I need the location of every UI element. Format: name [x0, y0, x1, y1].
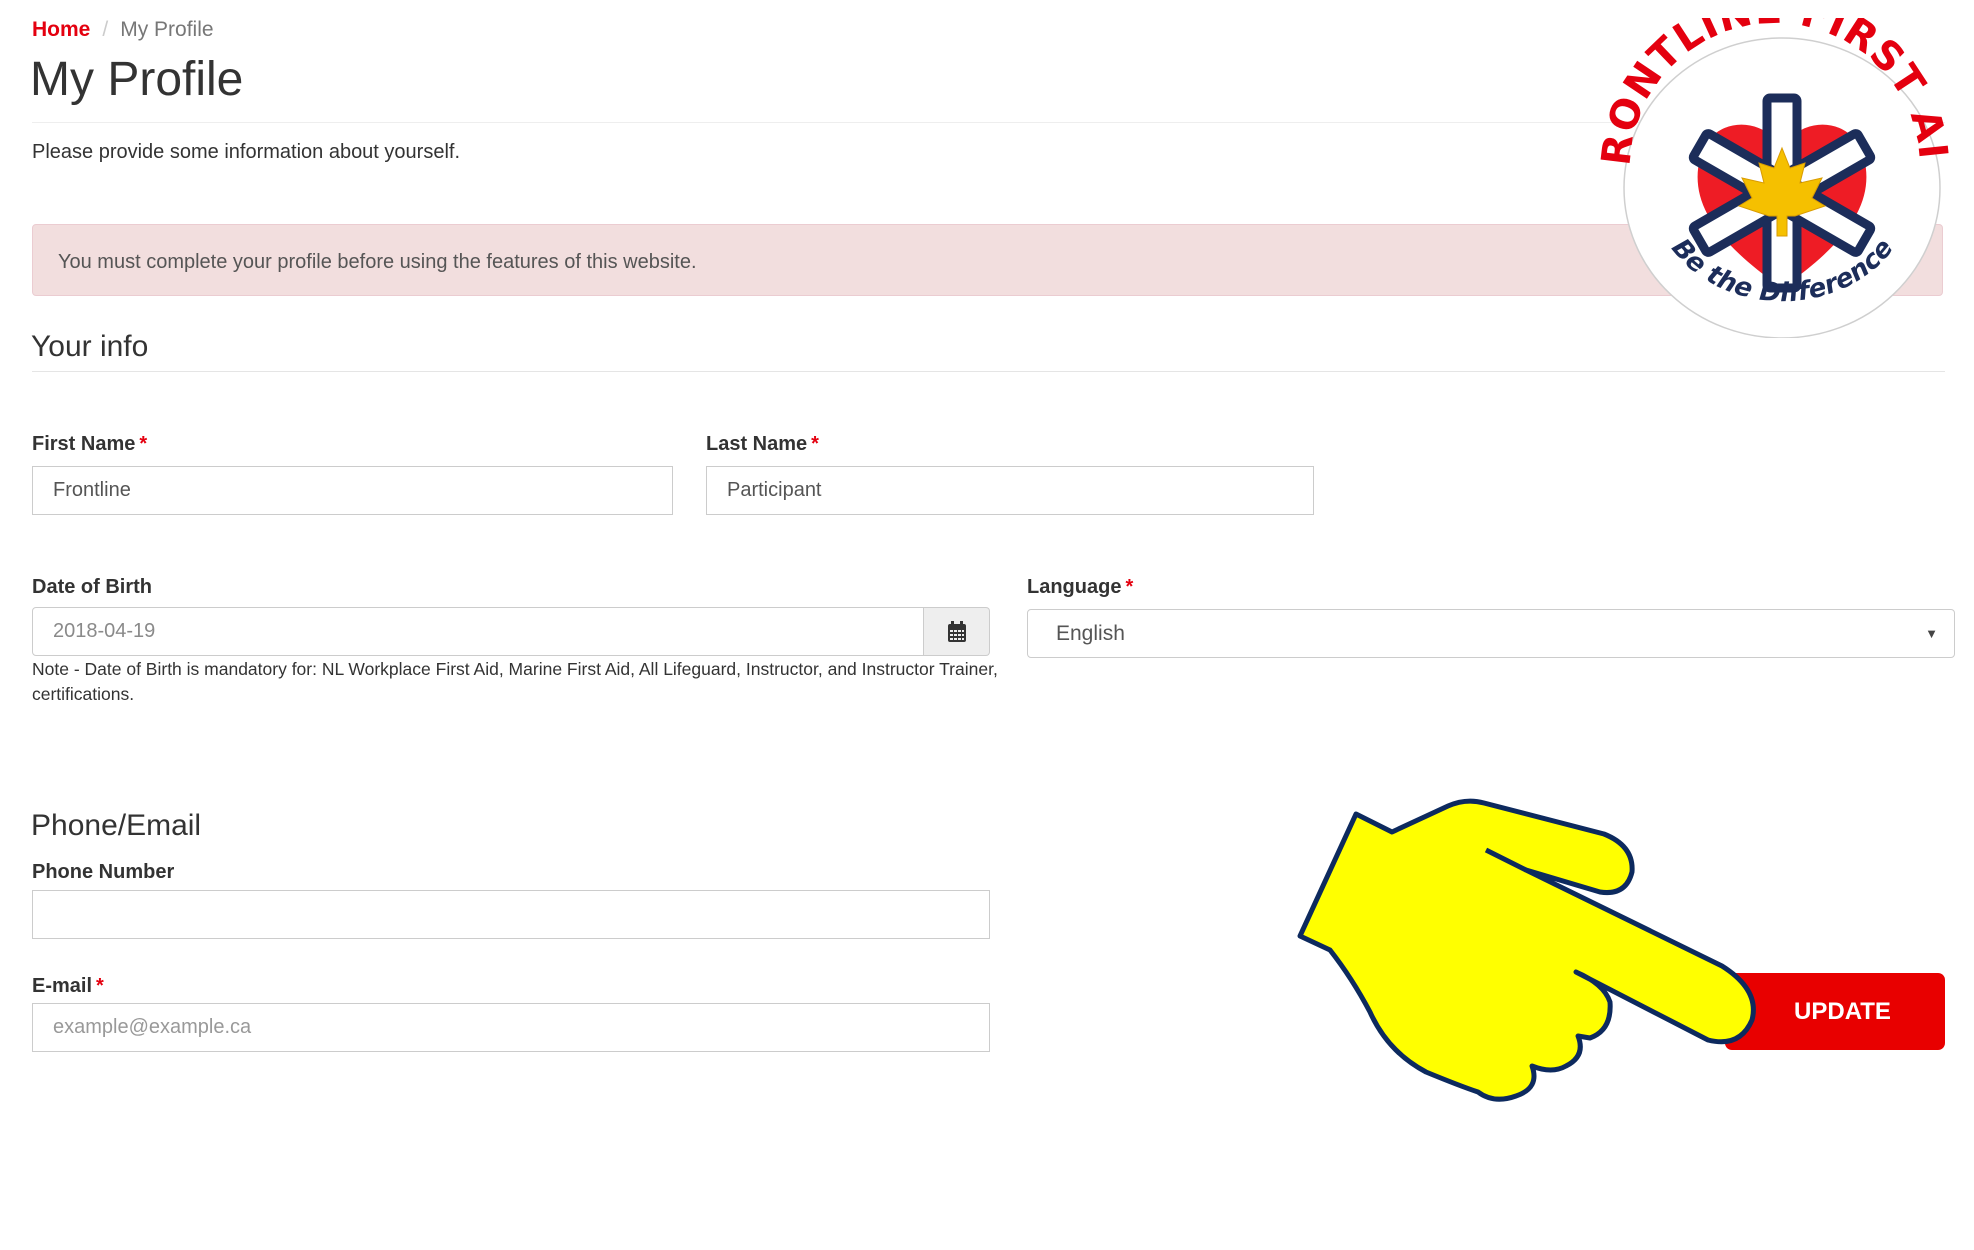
- dob-label-text: Date of Birth: [32, 576, 152, 598]
- update-button[interactable]: UPDATE: [1725, 973, 1945, 1050]
- language-label-text: Language: [1027, 576, 1122, 598]
- required-marker: *: [96, 975, 104, 997]
- alert-message: You must complete your profile before us…: [58, 251, 697, 273]
- frontline-first-aid-logo: FRONTLINE FIRST AID Be the Difference: [1590, 18, 1955, 338]
- email-label: E-mail *: [32, 975, 104, 998]
- breadcrumb-current: My Profile: [120, 18, 214, 41]
- page-title: My Profile: [30, 53, 244, 106]
- phone-email-heading: Phone/Email: [31, 809, 202, 842]
- breadcrumb-separator: /: [102, 18, 109, 41]
- last-name-label: Last Name *: [706, 433, 819, 456]
- phone-label: Phone Number: [32, 861, 174, 884]
- last-name-input[interactable]: [706, 466, 1314, 515]
- phone-label-text: Phone Number: [32, 861, 175, 883]
- datepicker-button[interactable]: [924, 607, 990, 656]
- dob-note: Note - Date of Birth is mandatory for: N…: [32, 659, 998, 704]
- email-label-text: E-mail: [32, 975, 93, 997]
- breadcrumb: Home / My Profile: [32, 18, 214, 42]
- email-input[interactable]: [32, 1003, 990, 1052]
- dob-label: Date of Birth: [32, 576, 152, 599]
- intro-text: Please provide some information about yo…: [32, 141, 461, 163]
- language-selected-value: English: [1056, 621, 1125, 645]
- required-marker: *: [1125, 576, 1134, 598]
- language-select[interactable]: English ▼: [1027, 609, 1955, 658]
- section-divider: [32, 371, 1945, 372]
- breadcrumb-home-link[interactable]: Home: [32, 18, 90, 41]
- your-info-heading: Your info: [31, 330, 149, 363]
- first-name-input[interactable]: [32, 466, 673, 515]
- chevron-down-icon: ▼: [1925, 626, 1938, 641]
- first-name-label-text: First Name: [32, 433, 136, 455]
- required-marker: *: [811, 433, 819, 455]
- required-marker: *: [139, 433, 148, 455]
- last-name-label-text: Last Name: [706, 433, 808, 455]
- calendar-icon: [947, 620, 966, 642]
- first-name-label: First Name *: [32, 433, 147, 456]
- date-of-birth-input[interactable]: [32, 607, 924, 656]
- phone-number-input[interactable]: [32, 890, 990, 939]
- language-label: Language *: [1027, 576, 1133, 599]
